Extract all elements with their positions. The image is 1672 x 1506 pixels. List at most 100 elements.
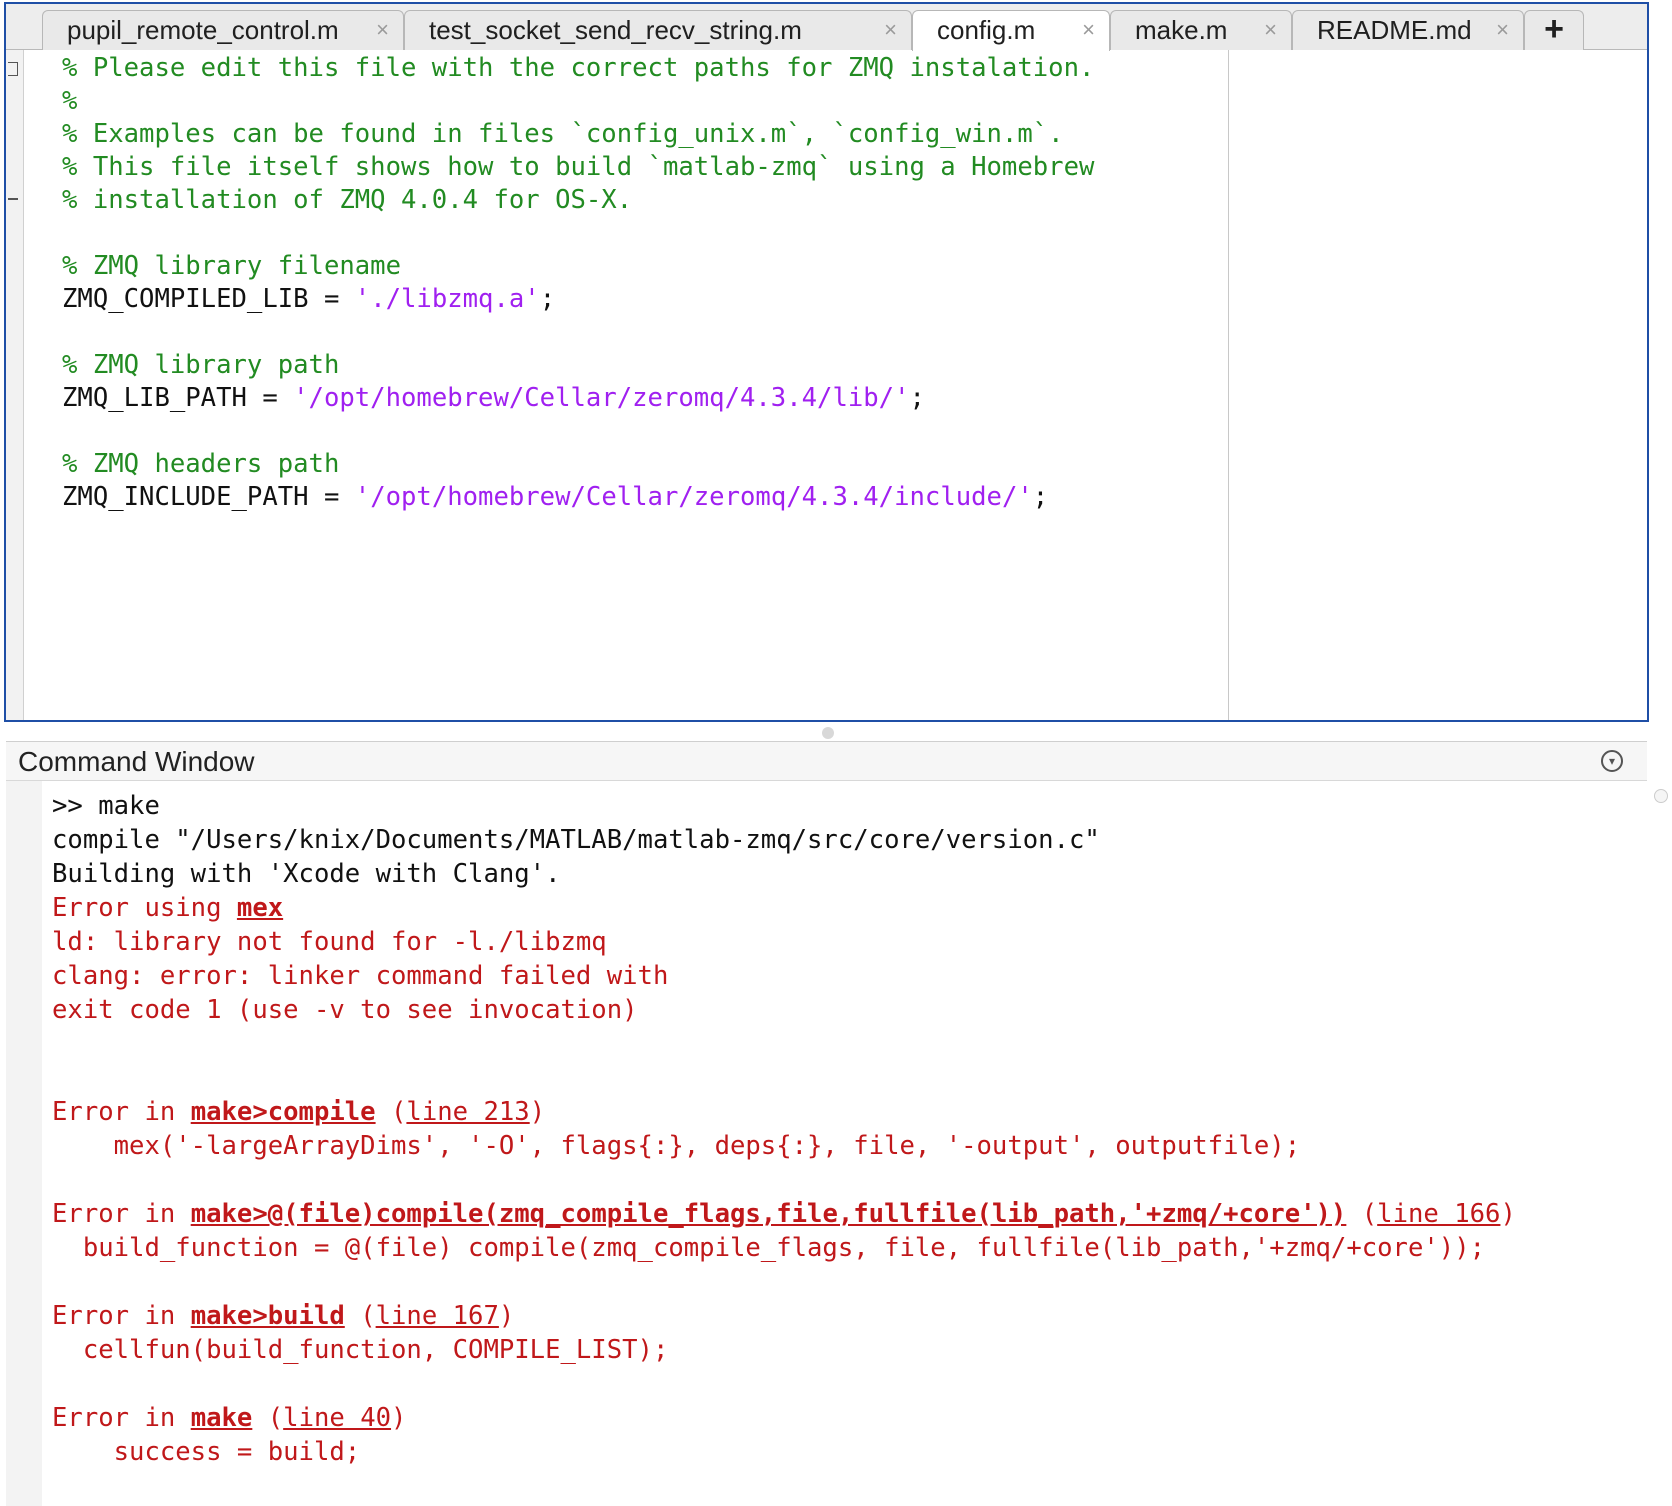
close-icon[interactable]: ×	[884, 11, 897, 49]
output-line: >> make	[52, 789, 1516, 823]
code-text: )	[1500, 1199, 1516, 1229]
code-text: compile "/Users/knix/Documents/MATLAB/ma…	[52, 825, 1100, 855]
command-window-gutter	[6, 781, 42, 1506]
panel-menu-icon[interactable]: ▾	[1601, 750, 1623, 772]
tab-label: make.m	[1135, 15, 1228, 45]
output-line: mex('-largeArrayDims', '-O', flags{:}, d…	[52, 1129, 1516, 1163]
code-line: % ZMQ library filename	[62, 250, 1094, 283]
output-line: Error in make (line 40)	[52, 1401, 1516, 1435]
code-line: % ZMQ headers path	[62, 448, 1094, 481]
output-line: Error in make>compile (line 213)	[52, 1095, 1516, 1129]
output-line: compile "/Users/knix/Documents/MATLAB/ma…	[52, 823, 1516, 857]
code-text: mex('-largeArrayDims', '-O', flags{:}, d…	[52, 1131, 1301, 1161]
close-icon[interactable]: ×	[1082, 11, 1095, 49]
code-text: Error in	[52, 1301, 191, 1331]
code-text: ;	[539, 284, 556, 314]
output-line: success = build;	[52, 1435, 1516, 1469]
code-line: % ZMQ library path	[62, 349, 1094, 382]
command-window-title: Command Window	[18, 746, 255, 777]
code-text: )	[529, 1097, 546, 1127]
error-link[interactable]: make>build	[191, 1301, 345, 1331]
code-string: '/opt/homebrew/Cellar/zeromq/4.3.4/inclu…	[354, 482, 1033, 512]
code-text: ld: library not found for -l./libzmq	[52, 927, 607, 957]
right-margin-line	[1228, 50, 1229, 720]
code-text: )	[391, 1403, 407, 1433]
code-text: Error in	[52, 1403, 191, 1433]
output-line: Error in make>build (line 167)	[52, 1299, 1516, 1333]
code-line: % installation of ZMQ 4.0.4 for OS-X.	[62, 184, 1094, 217]
code-comment: % ZMQ library path	[62, 350, 340, 380]
tab-config[interactable]: config.m ×	[912, 10, 1110, 51]
code-comment: % installation of ZMQ 4.0.4 for OS-X.	[62, 185, 633, 215]
close-icon[interactable]: ×	[376, 11, 389, 49]
tab-readme[interactable]: README.md ×	[1292, 10, 1524, 50]
output-line: clang: error: linker command failed with	[52, 959, 1516, 993]
code-line: ZMQ_INCLUDE_PATH = '/opt/homebrew/Cellar…	[62, 481, 1094, 514]
error-link[interactable]: make	[191, 1403, 253, 1433]
code-line: % Please edit this file with the correct…	[62, 52, 1094, 85]
code-text: clang: error: linker command failed with	[52, 961, 669, 991]
code-text: ZMQ_LIB_PATH =	[62, 383, 294, 413]
code-line: ZMQ_LIB_PATH = '/opt/homebrew/Cellar/zer…	[62, 382, 1094, 415]
editor-gutter	[6, 50, 24, 720]
output-line: ld: library not found for -l./libzmq	[52, 925, 1516, 959]
code-text: Error in	[52, 1097, 191, 1127]
error-link[interactable]: mex	[237, 893, 283, 923]
code-text: ZMQ_COMPILED_LIB =	[62, 284, 355, 314]
tab-test-socket-send-recv-string[interactable]: test_socket_send_recv_string.m ×	[404, 10, 912, 50]
code-text: Building with 'Xcode with Clang'.	[52, 859, 561, 889]
tab-label: config.m	[937, 15, 1036, 45]
code-text: >> make	[52, 791, 160, 821]
tab-make[interactable]: make.m ×	[1110, 10, 1292, 50]
fold-icon[interactable]	[8, 62, 18, 76]
error-link[interactable]: make>compile	[191, 1097, 376, 1127]
code-text: ;	[909, 383, 925, 413]
code-line: %	[62, 85, 1094, 118]
code-string: './libzmq.a'	[354, 284, 540, 314]
code-text: (	[1346, 1199, 1378, 1229]
code-text: (	[344, 1301, 376, 1331]
error-link[interactable]: line 167	[376, 1301, 499, 1331]
error-link[interactable]: make>@(file)compile(zmq_compile_flags,fi…	[191, 1199, 1347, 1229]
tab-label: test_socket_send_recv_string.m	[429, 15, 802, 45]
code-text: build_function = @(file) compile(zmq_com…	[52, 1233, 1486, 1263]
output-line: cellfun(build_function, COMPILE_LIST);	[52, 1333, 1516, 1367]
tab-label: README.md	[1317, 15, 1472, 45]
code-text: Error using	[52, 893, 237, 923]
scroll-indicator	[1654, 789, 1668, 803]
fold-end-marker	[8, 198, 18, 200]
code-comment: % Examples can be found in files `config…	[62, 119, 1064, 149]
add-tab-button[interactable]: +	[1524, 10, 1584, 50]
code-text: exit code 1 (use -v to see invocation)	[52, 995, 638, 1025]
code-text: (	[375, 1097, 407, 1127]
editor-pane[interactable]: pupil_remote_control.m × test_socket_sen…	[4, 2, 1649, 722]
code-comment: %	[62, 86, 78, 116]
code-comment: % This file itself shows how to build `m…	[62, 152, 1095, 182]
error-link[interactable]: line 166	[1377, 1199, 1500, 1229]
command-window-header: Command Window ▾	[6, 741, 1647, 781]
output-line: Error in make>@(file)compile(zmq_compile…	[52, 1197, 1516, 1231]
code-line: % This file itself shows how to build `m…	[62, 151, 1094, 184]
output-line: build_function = @(file) compile(zmq_com…	[52, 1231, 1516, 1265]
code-string: '/opt/homebrew/Cellar/zeromq/4.3.4/lib/'	[293, 383, 910, 413]
code-line: % Examples can be found in files `config…	[62, 118, 1094, 151]
code-comment: % ZMQ library filename	[62, 251, 401, 281]
code-text: Error in	[52, 1199, 191, 1229]
error-link[interactable]: line 213	[406, 1097, 529, 1127]
code-area[interactable]: % Please edit this file with the correct…	[62, 52, 1094, 514]
close-icon[interactable]: ×	[1496, 11, 1509, 49]
splitter-handle[interactable]	[822, 727, 834, 739]
error-link[interactable]: line 40	[283, 1403, 391, 1433]
code-text: ZMQ_INCLUDE_PATH =	[62, 482, 355, 512]
output-line: exit code 1 (use -v to see invocation)	[52, 993, 1516, 1027]
tab-pupil-remote-control[interactable]: pupil_remote_control.m ×	[42, 10, 404, 50]
code-line: ZMQ_COMPILED_LIB = './libzmq.a';	[62, 283, 1094, 316]
command-window-output[interactable]: >> make compile "/Users/knix/Documents/MA…	[52, 789, 1516, 1469]
close-icon[interactable]: ×	[1264, 11, 1277, 49]
